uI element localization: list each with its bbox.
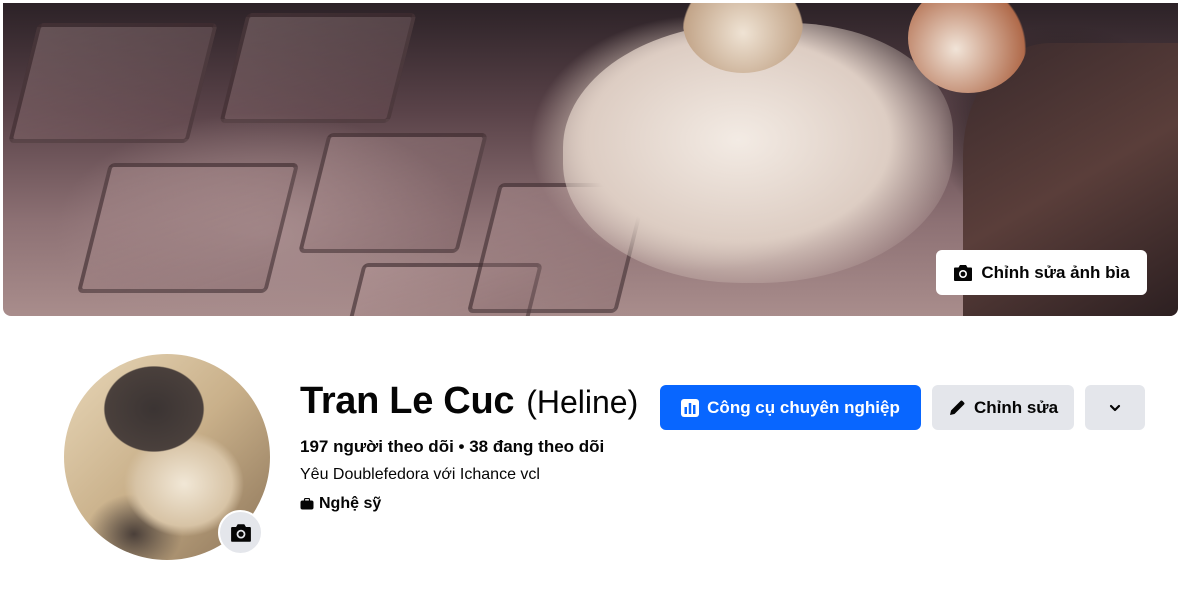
profile-name-row: Tran Le Cuc (Heline) bbox=[300, 380, 638, 423]
chevron-down-icon bbox=[1109, 404, 1121, 412]
follower-stats[interactable]: 197 người theo dõi • 38 đang theo dõi bbox=[300, 437, 604, 457]
cover-art-shape bbox=[76, 163, 300, 293]
pencil-icon bbox=[948, 399, 966, 417]
profile-alternate-name: (Heline) bbox=[526, 384, 639, 420]
profile-name: Tran Le Cuc bbox=[300, 380, 515, 422]
professional-tools-button[interactable]: Công cụ chuyên nghiệp bbox=[660, 385, 921, 430]
more-options-button[interactable] bbox=[1085, 385, 1145, 430]
profile-category: Nghệ sỹ bbox=[300, 495, 381, 513]
edit-cover-photo-button[interactable]: Chỉnh sửa ảnh bìa bbox=[936, 250, 1147, 295]
edit-profile-button[interactable]: Chỉnh sửa bbox=[932, 385, 1074, 430]
edit-cover-photo-label: Chỉnh sửa ảnh bìa bbox=[981, 262, 1130, 282]
cover-art-shape bbox=[298, 133, 488, 253]
edit-profile-label: Chỉnh sửa bbox=[973, 397, 1059, 417]
professional-tools-label: Công cụ chuyên nghiệp bbox=[707, 397, 900, 417]
update-avatar-button[interactable] bbox=[218, 510, 263, 555]
camera-icon bbox=[230, 523, 252, 543]
camera-icon bbox=[953, 264, 973, 282]
cover-art-shape bbox=[8, 23, 218, 143]
cover-art-shape bbox=[219, 13, 417, 123]
briefcase-icon bbox=[300, 498, 314, 510]
profile-bio: Yêu Doublefedora với Ichance vcl bbox=[300, 466, 540, 483]
chart-icon bbox=[681, 398, 700, 417]
profile-category-label: Nghệ sỹ bbox=[319, 495, 382, 512]
